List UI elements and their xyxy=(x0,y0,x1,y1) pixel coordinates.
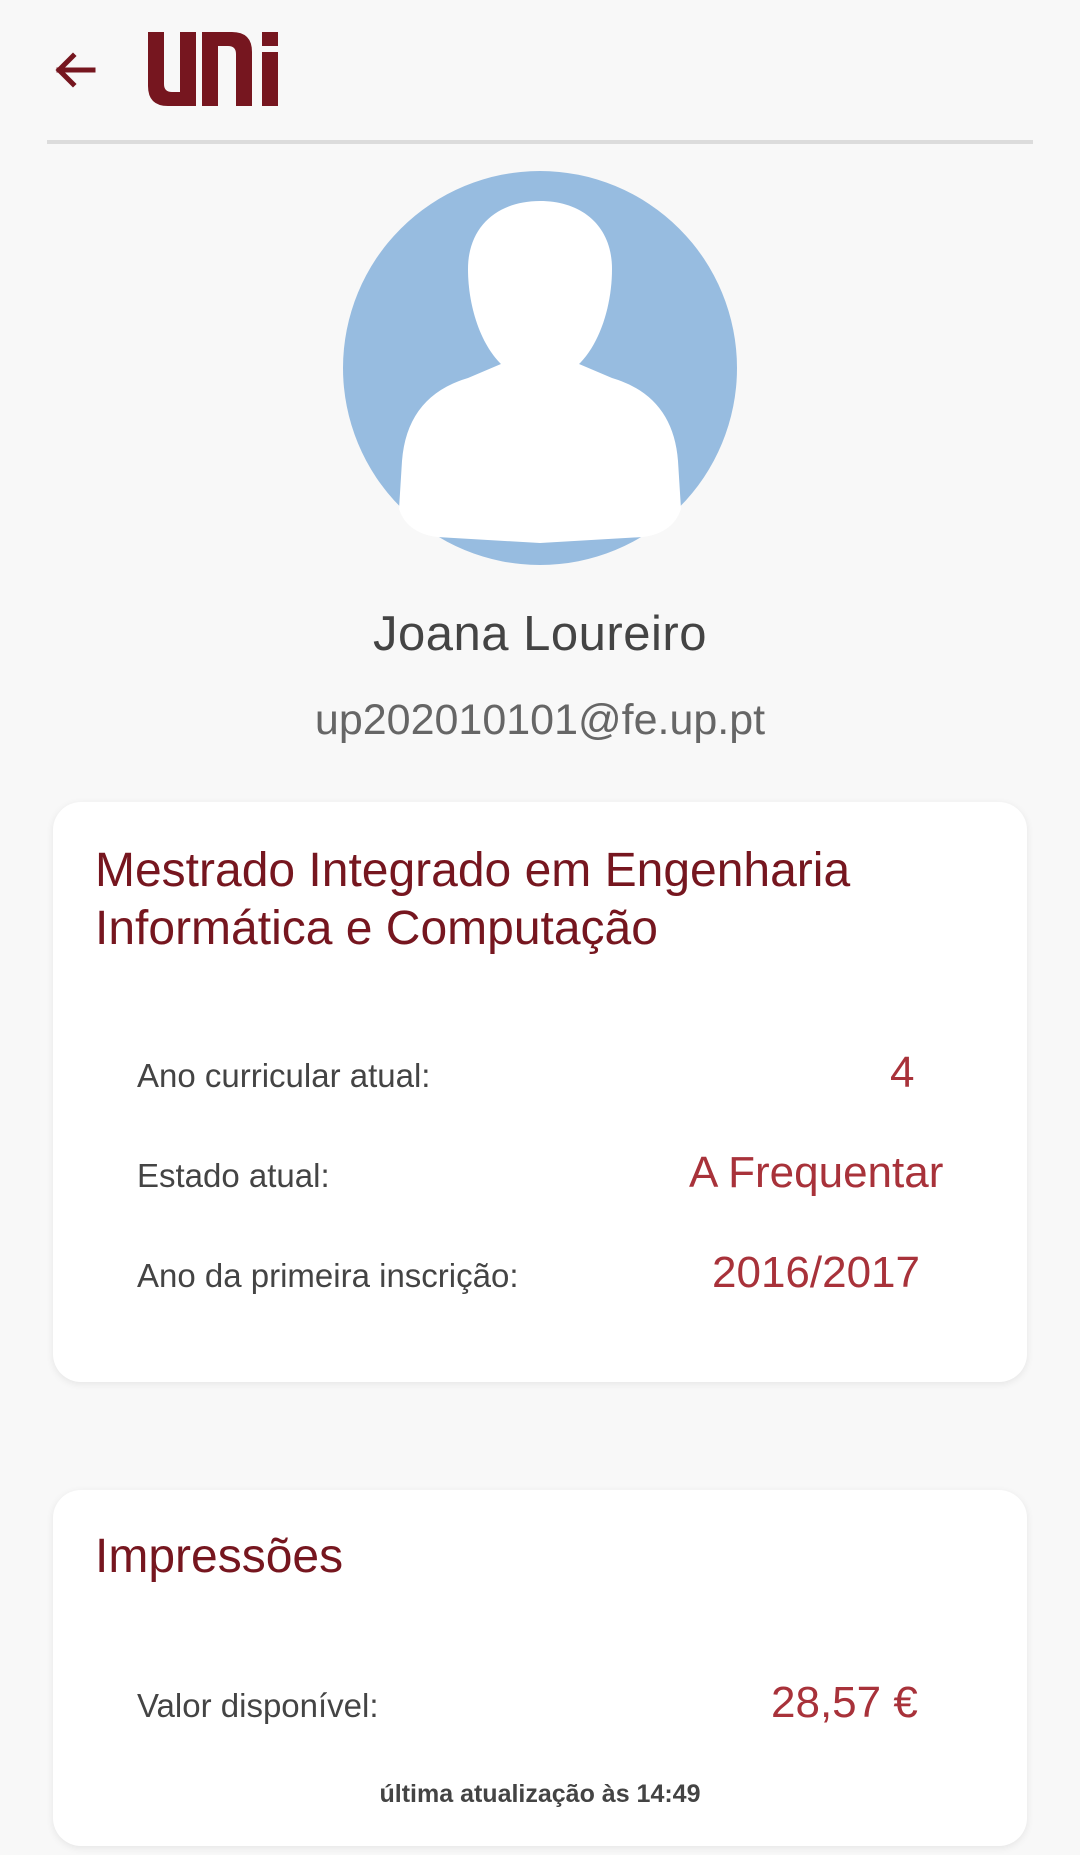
last-update-text: última atualização às 14:49 xyxy=(379,1780,701,1808)
profile-email: up202010101@fe.up.pt xyxy=(314,696,766,744)
back-button[interactable] xyxy=(44,40,104,100)
status-label: Estado atual: xyxy=(137,1157,330,1194)
first-enrollment-label: Ano da primeira inscrição: xyxy=(137,1257,519,1294)
first-enrollment-value: 2016/2017 xyxy=(712,1248,920,1297)
balance-value: 28,57 € xyxy=(771,1678,918,1727)
uni-logo: uni xyxy=(148,32,278,106)
status-value: A Frequentar xyxy=(689,1148,944,1197)
header-divider xyxy=(47,140,1033,144)
user-avatar-icon xyxy=(343,171,737,565)
app-header: uni xyxy=(0,0,1080,146)
balance-label: Valor disponível: xyxy=(137,1687,379,1724)
print-title: Impressões xyxy=(95,1530,344,1583)
profile-name: Joana Loureiro xyxy=(373,607,707,661)
current-year-value: 4 xyxy=(890,1048,915,1097)
arrow-back-icon xyxy=(55,52,96,88)
print-balance-card[interactable]: Impressões Valor disponível: 28,57 € últ… xyxy=(53,1490,1027,1846)
current-year-label: Ano curricular atual: xyxy=(137,1057,431,1094)
course-title: Mestrado Integrado em Engenharia Informá… xyxy=(95,844,851,955)
course-card[interactable]: Mestrado Integrado em Engenharia Informá… xyxy=(53,802,1027,1382)
